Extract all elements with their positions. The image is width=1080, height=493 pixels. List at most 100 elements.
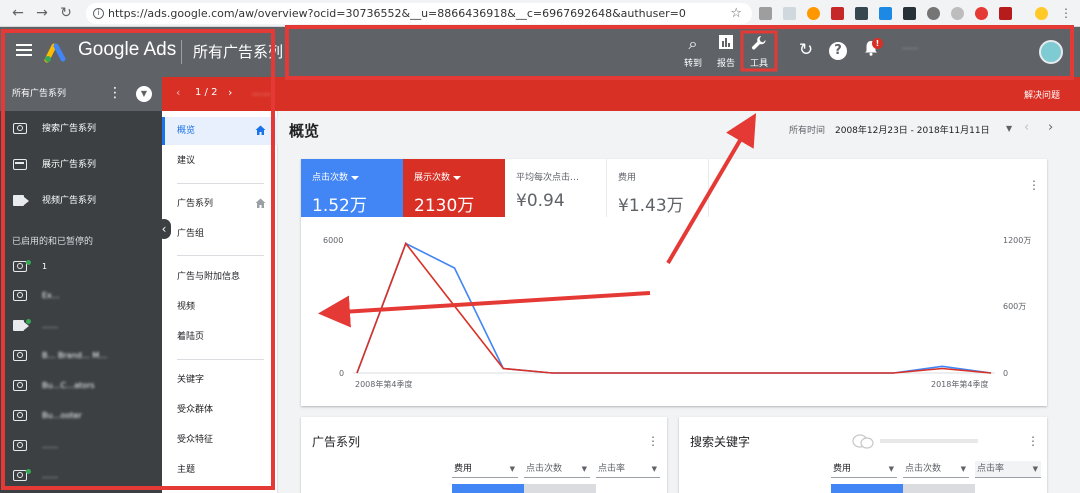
nav-item-topics[interactable]: 主题 <box>162 456 278 484</box>
campaign-name: …… <box>42 321 58 330</box>
campaign-item[interactable]: …… <box>0 464 162 488</box>
metric-select[interactable]: 点击率 ▼ <box>596 461 660 478</box>
metric-select[interactable]: 点击率 ▼ <box>975 461 1041 478</box>
metric-cost-tile[interactable]: 费用 ¥1.43万 <box>607 159 709 217</box>
address-bar[interactable]: i https://ads.google.com/aw/overview?oci… <box>86 3 752 24</box>
nav-label: 受众群体 <box>177 405 214 415</box>
more-vert-icon[interactable]: ⋮ <box>647 435 659 447</box>
menu-icon[interactable] <box>16 44 32 56</box>
chevron-right-icon[interactable]: › <box>1048 120 1053 135</box>
chevron-down-icon[interactable]: ▼ <box>1006 124 1012 133</box>
campaign-item[interactable]: Ex… <box>0 284 162 308</box>
nav-item-ads-extensions[interactable]: 广告与附加信息 <box>162 263 278 291</box>
extension-icon[interactable] <box>975 7 988 20</box>
chevron-right-icon[interactable]: › <box>228 86 232 99</box>
refresh-icon[interactable]: ↻ <box>796 40 816 60</box>
tools-button[interactable]: 工具 <box>744 35 774 69</box>
extension-icon[interactable] <box>807 7 820 20</box>
extension-icon[interactable] <box>855 7 868 20</box>
collapse-panel-button[interactable]: ‹ <box>157 219 171 239</box>
browser-menu-icon[interactable]: ⋮ <box>1058 5 1074 21</box>
extension-icon[interactable] <box>951 7 964 20</box>
caret-down-icon[interactable] <box>351 175 360 180</box>
metric-avg-cpc-tile[interactable]: 平均每次点击… ¥0.94 <box>505 159 607 217</box>
nav-item-videos[interactable]: 视频 <box>162 293 278 321</box>
back-icon[interactable]: ← <box>10 5 26 21</box>
extension-icon[interactable] <box>831 7 844 20</box>
campaign-item[interactable]: Bu…ooter <box>0 404 162 428</box>
campaign-name: …… <box>42 471 58 480</box>
item-label: 视频广告系列 <box>42 196 97 206</box>
extension-icon[interactable] <box>999 7 1012 20</box>
campaign-panel: 所有广告系列 ⋮ ▼ 搜索广告系列 展示广告系列 视频广告系列 已启用的和已暂停… <box>0 77 162 493</box>
dropdown-icon[interactable]: ▼ <box>136 86 152 102</box>
help-icon[interactable]: ? <box>829 42 847 60</box>
metric-select[interactable]: 费用 ▼ <box>452 461 518 478</box>
campaign-item[interactable]: Bu…C…ators <box>0 374 162 398</box>
nav-item-audiences[interactable]: 受众群体 <box>162 396 278 424</box>
campaign-name: …… <box>42 441 58 450</box>
chevron-left-icon[interactable]: ‹ <box>176 86 180 99</box>
metric-label: 展示次数 <box>414 173 451 183</box>
metric-clicks-tile[interactable]: 点击次数 1.52万 <box>301 159 403 217</box>
notice-bar: ‹ 1 / 2 › …… 解决问题 <box>162 77 1080 111</box>
goto-button[interactable]: ⌕ 转到 <box>678 35 708 70</box>
extension-icon[interactable] <box>903 7 916 20</box>
campaign-item[interactable]: …… <box>0 314 162 338</box>
metric-select[interactable]: 点击次数 ▼ <box>903 461 969 478</box>
reports-button[interactable]: 报告 <box>711 35 741 69</box>
caret-down-icon[interactable] <box>453 175 462 180</box>
campaign-item[interactable]: …… <box>0 434 162 458</box>
nav-label: 受众特征 <box>177 435 214 445</box>
extension-icon[interactable] <box>783 7 796 20</box>
extension-icon[interactable] <box>759 7 772 20</box>
bar-header-cost <box>452 484 524 493</box>
nav-item-campaigns[interactable]: 广告系列 <box>162 190 278 218</box>
info-icon[interactable]: i <box>93 8 104 19</box>
date-range-picker[interactable]: 2008年12月23日 - 2018年11月11日 <box>835 123 990 136</box>
video-campaigns-item[interactable]: 视频广告系列 <box>0 189 162 213</box>
notice-pager: 1 / 2 <box>195 87 218 98</box>
metric-select[interactable]: 点击次数 ▼ <box>524 461 590 478</box>
home-icon <box>255 125 266 135</box>
nav-item-landing-pages[interactable]: 着陆页 <box>162 323 278 351</box>
extension-icon[interactable] <box>879 7 892 20</box>
display-campaign-icon <box>13 159 27 170</box>
nav-item-ad-groups[interactable]: 广告组 <box>162 220 278 248</box>
search-campaigns-item[interactable]: 搜索广告系列 <box>0 117 162 141</box>
campaign-name: B… Brand… M… <box>42 351 108 360</box>
card-title: 广告系列 <box>312 435 361 449</box>
metric-impressions-tile[interactable]: 展示次数 2130万 <box>403 159 505 217</box>
nav-item-demographics[interactable]: 受众特征 <box>162 426 278 454</box>
bookmark-star-icon[interactable]: ☆ <box>730 3 742 24</box>
resolve-issue-link[interactable]: 解决问题 <box>1024 88 1060 101</box>
more-vert-icon[interactable]: ⋮ <box>108 85 122 101</box>
campaign-name: Bu…C…ators <box>42 381 95 390</box>
forward-icon[interactable]: → <box>34 5 50 21</box>
nav-item-overview[interactable]: 概览 <box>162 117 278 145</box>
browser-toolbar: ← → ↻ i https://ads.google.com/aw/overvi… <box>0 0 1080 27</box>
date-range-label: 所有时间 <box>789 126 826 136</box>
overview-title: 概览 <box>289 122 320 140</box>
display-campaigns-item[interactable]: 展示广告系列 <box>0 153 162 177</box>
series-line-impressions <box>356 241 992 374</box>
extension-icon[interactable] <box>927 7 940 20</box>
select-value: 点击次数 <box>526 464 563 474</box>
chevron-left-icon[interactable]: ‹ <box>1024 120 1029 135</box>
more-vert-icon[interactable]: ⋮ <box>1028 179 1040 191</box>
campaign-item[interactable]: 1 <box>0 255 162 279</box>
campaign-item[interactable]: B… Brand… M… <box>0 344 162 368</box>
more-vert-icon[interactable]: ⋮ <box>1027 435 1039 447</box>
nav-item-keywords[interactable]: 关键字 <box>162 366 278 394</box>
divider <box>177 255 264 256</box>
avatar[interactable] <box>1039 40 1063 64</box>
account-info[interactable]: …… <box>902 41 918 52</box>
search-campaign-icon <box>13 350 27 361</box>
profile-icon[interactable] <box>1035 7 1048 20</box>
nav-item-recommendations[interactable]: 建议 <box>162 147 278 175</box>
y-right-tick-mid: 600万 <box>1003 302 1026 311</box>
metric-select[interactable]: 费用 ▼ <box>831 461 897 478</box>
wrench-icon <box>744 35 774 53</box>
ads-top-bar: Google Ads 所有广告系列 ⌕ 转到 报告 工具 ↻ ? ! …… <box>0 27 1080 77</box>
reload-icon[interactable]: ↻ <box>58 5 74 21</box>
